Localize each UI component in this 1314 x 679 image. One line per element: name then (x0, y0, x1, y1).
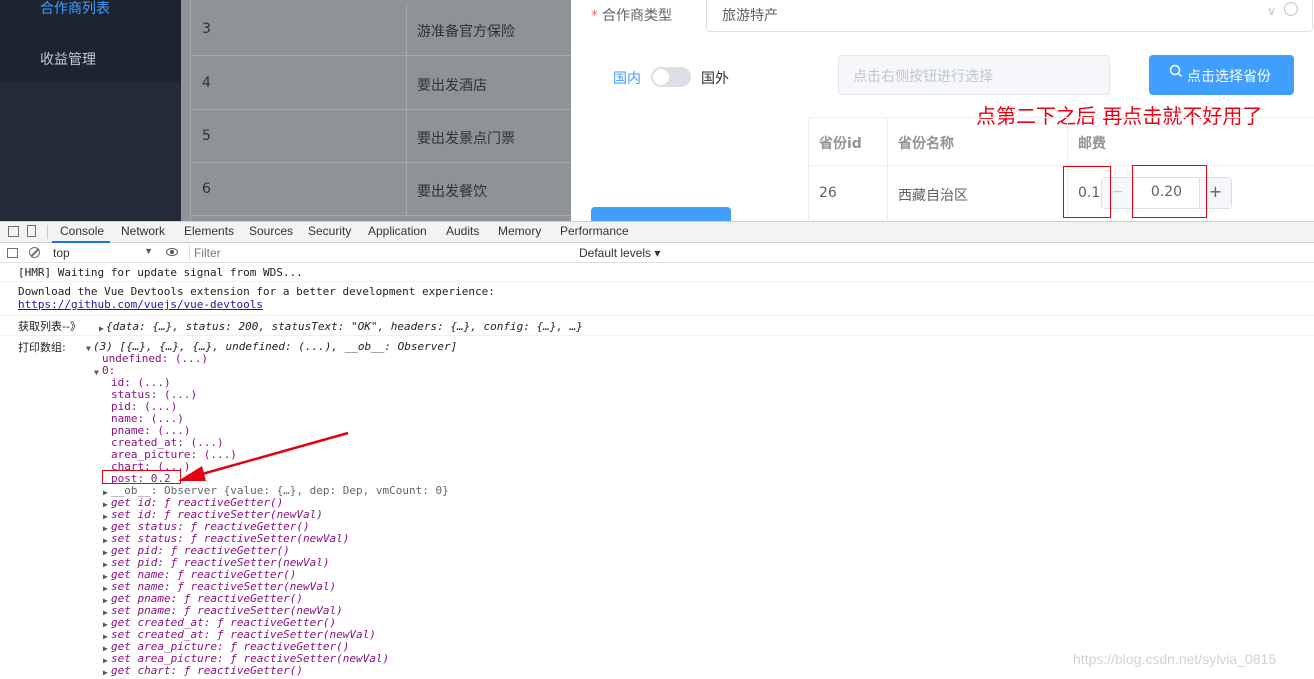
console-message: [HMR] Waiting for update signal from WDS… (0, 263, 1314, 282)
expand-triangle-icon[interactable]: ▶ (103, 511, 108, 523)
clear-console-icon[interactable] (29, 247, 40, 258)
expand-triangle-icon[interactable]: ▶ (103, 547, 108, 559)
header-province-id: 省份id (809, 118, 888, 166)
annotation-box (102, 470, 181, 484)
console-output: [HMR] Waiting for update signal from WDS… (0, 263, 1314, 679)
devtools-tabbar: Console Network Elements Sources Securit… (0, 222, 1314, 243)
expand-triangle-icon[interactable]: ▶ (103, 487, 108, 499)
type-label: * 合作商类型 (591, 8, 672, 24)
context-select[interactable]: top ▼ (53, 246, 153, 260)
select-province-button[interactable]: 点击选择省份 (1149, 55, 1294, 95)
tab-console[interactable]: Console (60, 224, 104, 238)
expand-triangle-icon[interactable]: ▶ (103, 643, 108, 655)
row-number: 6 (202, 181, 211, 197)
row-name: 要出发酒店 (417, 78, 487, 94)
switch-label-domestic[interactable]: 国内 (613, 68, 641, 88)
sidebar-item-partner-list[interactable]: 合作商列表 (40, 0, 110, 18)
fetch-object[interactable]: {data: {…}, status: 200, statusText: "OK… (106, 321, 583, 333)
vue-devtools-message: Download the Vue Devtools extension for … (18, 285, 495, 298)
expand-triangle-icon[interactable]: ▶ (103, 619, 108, 631)
expand-triangle-icon[interactable]: ▶ (99, 323, 104, 335)
header-postage: 邮费 (1068, 118, 1314, 166)
collapse-triangle-icon[interactable]: ▼ (94, 367, 99, 379)
cell-province-name: 西藏自治区 (888, 166, 1068, 221)
province-table: 省份id 省份名称 邮费 26 西藏自治区 0.1 − 0.20 + (808, 117, 1314, 221)
row-number: 5 (202, 128, 211, 144)
expand-triangle-icon[interactable]: ▶ (103, 499, 108, 511)
app-area: 合作商列表 收益管理 3 游准备官方保险 4 要出发酒店 5 要出发景点门票 6… (0, 0, 1314, 221)
expand-triangle-icon[interactable]: ▶ (103, 607, 108, 619)
annotation-box (1063, 166, 1111, 218)
collapse-triangle-icon[interactable]: ▼ (86, 343, 91, 355)
partner-list-table: 3 游准备官方保险 4 要出发酒店 5 要出发景点门票 6 要出发餐饮 (181, 0, 571, 221)
expand-triangle-icon[interactable]: ▶ (103, 583, 108, 595)
eye-icon[interactable] (166, 248, 178, 256)
row-name: 要出发餐饮 (417, 184, 487, 200)
province-input[interactable]: 点击右侧按钮进行选择 (838, 55, 1110, 95)
accessor-line[interactable]: get chart: ƒ reactiveGetter() (111, 665, 303, 677)
fetch-label: 获取列表--》 (18, 320, 81, 333)
toggle-knob (653, 69, 669, 85)
type-select-value: 旅游特产 (722, 8, 778, 24)
annotation-box (1132, 165, 1207, 218)
expand-triangle-icon[interactable]: ▶ (103, 523, 108, 535)
device-toolbar-icon[interactable] (27, 225, 36, 237)
type-select[interactable]: 旅游特产 ∨ (706, 0, 1313, 32)
province-input-placeholder: 点击右侧按钮进行选择 (853, 69, 993, 85)
hmr-message: [HMR] Waiting for update signal from WDS… (18, 266, 303, 279)
tab-sources[interactable]: Sources (249, 224, 293, 238)
region-toggle[interactable] (651, 67, 691, 87)
expand-triangle-icon[interactable]: ▶ (103, 559, 108, 571)
filter-placeholder: Filter (194, 246, 221, 260)
sidebar: 合作商列表 收益管理 (0, 0, 181, 221)
sidebar-item-income[interactable]: 收益管理 (40, 49, 96, 69)
devtools-panel: Console Network Elements Sources Securit… (0, 221, 1314, 678)
tab-elements[interactable]: Elements (184, 224, 234, 238)
row-name: 游准备官方保险 (417, 24, 515, 40)
tab-application[interactable]: Application (368, 224, 427, 238)
vue-devtools-link[interactable]: https://github.com/vuejs/vue-devtools (18, 299, 263, 311)
expand-triangle-icon[interactable]: ▶ (103, 571, 108, 583)
filter-input[interactable]: Filter (189, 245, 573, 261)
console-message: Download the Vue Devtools extension for … (0, 282, 1314, 316)
table-row[interactable]: 6 要出发餐饮 (191, 163, 571, 216)
tab-network[interactable]: Network (121, 224, 165, 238)
tab-audits[interactable]: Audits (446, 224, 479, 238)
expand-triangle-icon[interactable]: ▶ (103, 655, 108, 667)
expand-triangle-icon[interactable]: ▶ (103, 631, 108, 643)
header-province-name: 省份名称 (888, 118, 1068, 166)
expand-triangle-icon[interactable]: ▶ (103, 595, 108, 607)
expand-triangle-icon[interactable]: ▶ (103, 667, 108, 679)
row-number: 4 (202, 75, 211, 91)
tab-memory[interactable]: Memory (498, 224, 541, 238)
log-levels-select[interactable]: Default levels ▾ (579, 246, 660, 260)
required-mark: * (591, 8, 598, 24)
row-name: 要出发景点门票 (417, 131, 515, 147)
table-row[interactable]: 3 游准备官方保险 (191, 3, 571, 56)
table-row[interactable]: 4 要出发酒店 (191, 57, 571, 110)
tab-security[interactable]: Security (308, 224, 351, 238)
cell-province-id: 26 (809, 166, 888, 221)
switch-label-foreign[interactable]: 国外 (701, 68, 729, 88)
row-number: 3 (202, 21, 211, 37)
undefined-prop: undefined: (...) (102, 352, 208, 365)
select-province-label: 点击选择省份 (1187, 69, 1271, 85)
dropdown-arrow-icon: ▼ (144, 246, 153, 256)
search-icon (1169, 64, 1183, 82)
clear-circle-icon[interactable] (1284, 2, 1298, 16)
tab-performance[interactable]: Performance (560, 224, 629, 238)
chevron-down-icon: ∨ (1267, 4, 1276, 18)
submit-button[interactable] (591, 207, 731, 221)
console-toolbar: top ▼ Filter Default levels ▾ (0, 243, 1314, 263)
expand-triangle-icon[interactable]: ▶ (103, 535, 108, 547)
console-message: 打印数组: ▼ (3) [{…}, {…}, {…}, undefined: (… (0, 336, 1314, 679)
inspect-element-icon[interactable] (8, 226, 19, 237)
print-label: 打印数组: (18, 341, 66, 354)
table-row[interactable]: 5 要出发景点门票 (191, 110, 571, 163)
watermark: https://blog.csdn.net/sylvia_0815 (1073, 651, 1277, 667)
sidebar-toggle-icon[interactable] (7, 248, 18, 258)
console-message: 获取列表--》 ▶ {data: {…}, status: 200, statu… (0, 316, 1314, 336)
